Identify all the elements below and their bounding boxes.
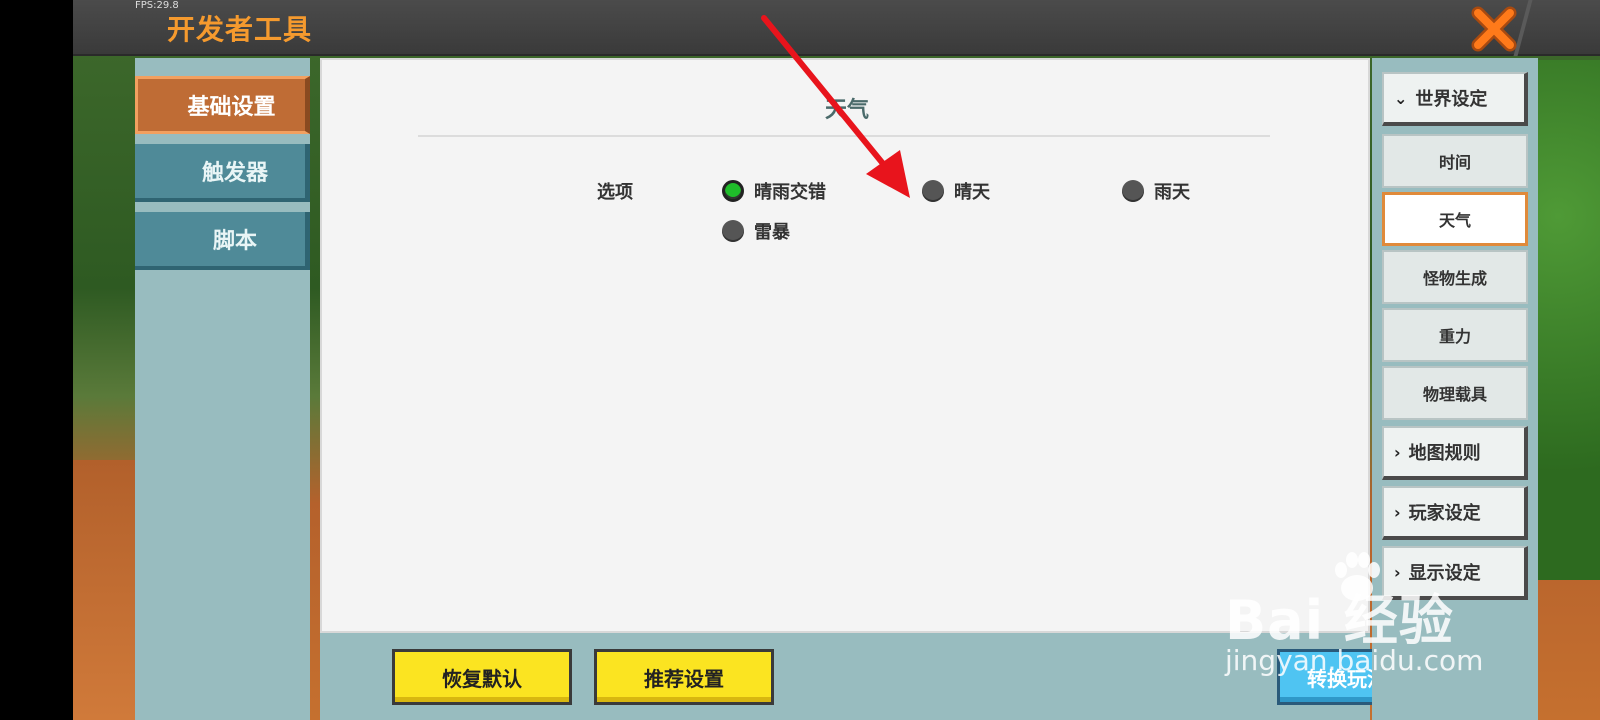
radio-sunny[interactable]: 晴天 [922, 178, 990, 204]
world-item-monster-spawn[interactable]: 怪物生成 [1382, 250, 1528, 304]
chevron-down-icon: ⌄ [1394, 88, 1408, 108]
radio-unselected-icon [1122, 180, 1144, 202]
radio-label: 晴天 [954, 182, 990, 203]
sidebar-item-basic-settings[interactable]: 基础设置 [135, 76, 310, 134]
window-title: 开发者工具 [167, 13, 313, 46]
sidebar-item-label: 基础设置 [187, 95, 276, 120]
group-map-rules[interactable]: › 地图规则 [1382, 426, 1528, 480]
world-item-weather[interactable]: 天气 [1382, 192, 1528, 246]
close-icon [1471, 6, 1517, 52]
radio-label: 雨天 [1154, 182, 1190, 203]
sidebar-item-label: 触发器 [201, 161, 268, 186]
world-item-gravity[interactable]: 重力 [1382, 308, 1528, 362]
group-label: 世界设定 [1415, 89, 1488, 110]
radio-unselected-icon [922, 180, 944, 202]
main-content: 天气 选项 晴雨交错 晴天 雨天 雷暴 [320, 58, 1370, 633]
recommended-settings-button[interactable]: 推荐设置 [594, 649, 774, 705]
restore-default-button[interactable]: 恢复默认 [392, 649, 572, 705]
section-title: 天气 [824, 98, 869, 123]
sidebar-item-scripts[interactable]: 脚本 [135, 212, 310, 270]
radio-label: 晴雨交错 [754, 182, 826, 203]
chevron-right-icon: › [1394, 442, 1401, 462]
radio-thunderstorm[interactable]: 雷暴 [722, 218, 790, 244]
group-player-settings[interactable]: › 玩家设定 [1382, 486, 1528, 540]
divider [418, 135, 1270, 137]
background-ground [73, 460, 143, 720]
radio-selected-icon [722, 180, 744, 202]
left-sidebar: 基础设置 触发器 脚本 [135, 58, 310, 720]
background-tree [1530, 60, 1600, 580]
sidebar-item-label: 脚本 [212, 229, 257, 254]
watermark: Bai 经验 jingyan.baidu.com [1225, 548, 1525, 698]
group-label: 玩家设定 [1408, 503, 1481, 524]
group-world-settings[interactable]: ⌄ 世界设定 [1382, 72, 1528, 126]
radio-rainy[interactable]: 雨天 [1122, 178, 1190, 204]
group-label: 地图规则 [1408, 443, 1481, 464]
option-label: 选项 [597, 182, 633, 203]
radio-label: 雷暴 [754, 222, 790, 243]
sidebar-item-triggers[interactable]: 触发器 [135, 144, 310, 202]
world-item-time[interactable]: 时间 [1382, 134, 1528, 188]
radio-mixed-weather[interactable]: 晴雨交错 [722, 178, 826, 204]
radio-unselected-icon [722, 220, 744, 242]
chevron-right-icon: › [1394, 502, 1401, 522]
close-button[interactable] [1470, 5, 1518, 53]
world-item-physics-vehicle[interactable]: 物理载具 [1382, 366, 1528, 420]
watermark-url: jingyan.baidu.com [1225, 644, 1484, 677]
